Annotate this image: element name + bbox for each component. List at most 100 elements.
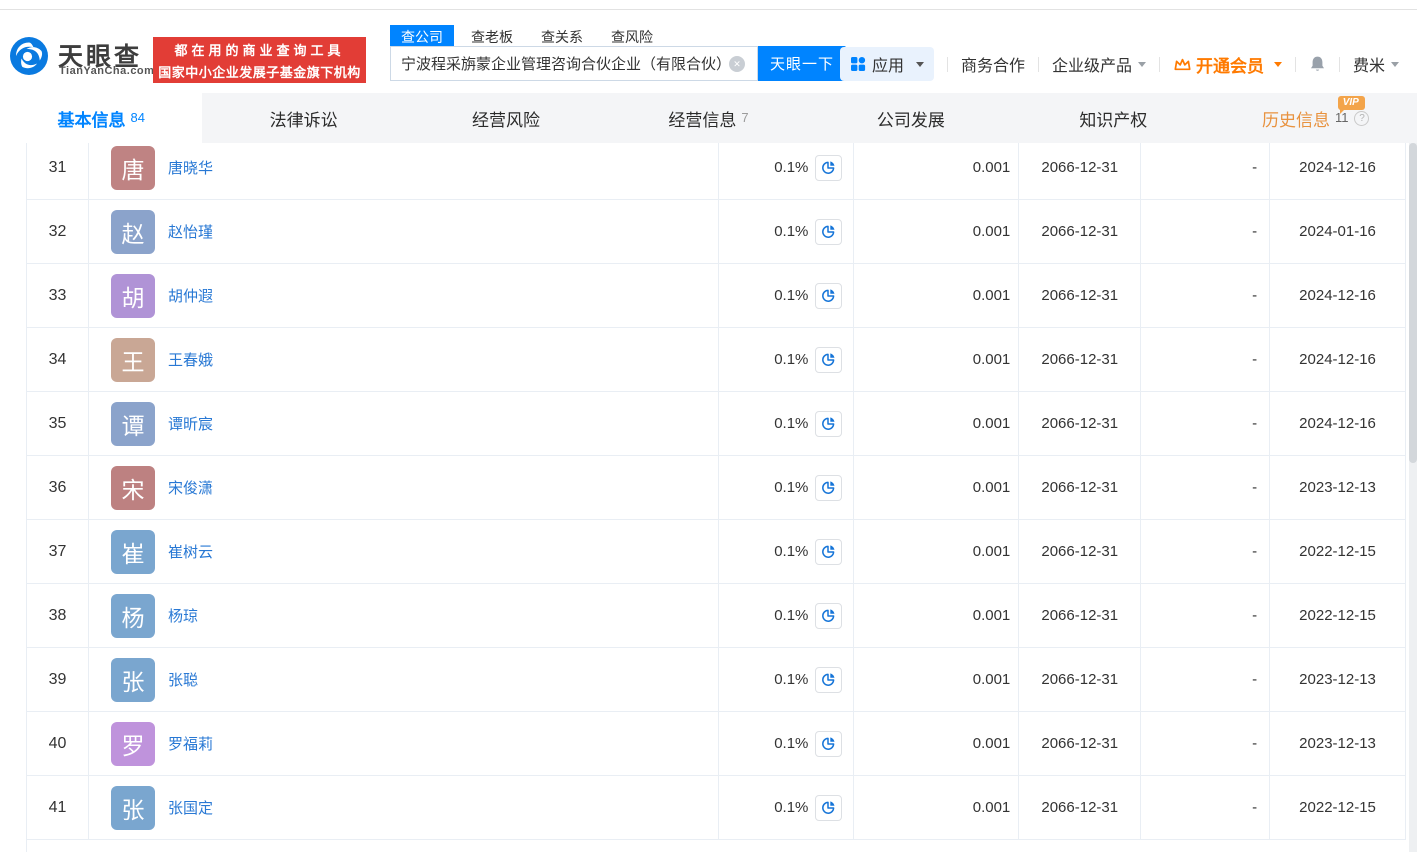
pie-chart-button[interactable] (815, 730, 843, 757)
change-date: 2024-12-16 (1270, 264, 1406, 327)
tab-legal[interactable]: 法律诉讼 (202, 93, 404, 143)
partner-cell: 崔 崔树云 (89, 520, 719, 583)
table-row: 31 唐 唐晓华 0.1% 0.001 2066-12-31 - 2024-12… (27, 143, 1406, 200)
notifications-button[interactable] (1309, 55, 1326, 73)
vip-badge: VIP (1337, 96, 1365, 114)
pie-chart-button[interactable] (815, 154, 843, 181)
tab-operation-risk[interactable]: 经营风险 (405, 93, 607, 143)
tab-ip[interactable]: 知识产权 (1012, 93, 1214, 143)
avatar[interactable]: 杨 (110, 593, 155, 638)
partner-name-link[interactable]: 宋俊潇 (168, 477, 213, 498)
search-button[interactable]: 天眼一下 (758, 46, 846, 81)
partner-name-link[interactable]: 赵怡瑾 (168, 221, 213, 242)
partner-name-link[interactable]: 杨琼 (168, 605, 198, 626)
share-percent-cell: 0.1% (719, 584, 855, 647)
enterprise-products-menu[interactable]: 企业级产品 (1052, 52, 1146, 76)
tab-basic-info[interactable]: 基本信息 84 (0, 93, 203, 143)
subscribed-amount: 0.001 (854, 328, 1020, 391)
row-number: 37 (27, 520, 89, 583)
change-date: 2022-12-15 (1270, 776, 1406, 839)
partners-table: 31 唐 唐晓华 0.1% 0.001 2066-12-31 - 2024-12… (26, 143, 1406, 852)
clear-search-icon[interactable] (729, 56, 745, 72)
avatar[interactable]: 唐 (110, 145, 155, 190)
subscribed-amount: 0.001 (854, 776, 1020, 839)
partner-name-link[interactable]: 张国定 (168, 797, 213, 818)
share-percent-cell: 0.1% (719, 392, 855, 455)
page-tabbar: 基本信息84 法律诉讼 经营风险 经营信息7 公司发展 知识产权 历史信息11VIP (0, 93, 1417, 143)
avatar[interactable]: 宋 (110, 465, 155, 510)
partner-name-link[interactable]: 谭昕宸 (168, 413, 213, 434)
search-input[interactable] (390, 46, 758, 81)
pie-chart-button[interactable] (815, 474, 843, 501)
nav-divider (1338, 56, 1340, 72)
tab-business-info[interactable]: 经营信息 7 (607, 93, 809, 143)
partner-name-link[interactable]: 胡仲遐 (168, 285, 213, 306)
site-logo[interactable]: 天眼查 TianYanCha.com (10, 37, 154, 77)
empty-value: - (1141, 776, 1271, 839)
share-percent: 0.1% (774, 479, 809, 496)
avatar[interactable]: 胡 (110, 273, 155, 318)
tab-label: 基本信息 (57, 110, 126, 130)
pie-chart-button[interactable] (815, 218, 843, 245)
tab-development[interactable]: 公司发展 (810, 93, 1012, 143)
change-date: 2023-12-13 (1270, 456, 1406, 519)
pie-chart-button[interactable] (815, 282, 843, 309)
subscribed-amount: 0.001 (854, 584, 1020, 647)
term-date: 2066-12-31 (1019, 143, 1142, 199)
avatar[interactable]: 张 (110, 785, 155, 830)
empty-value: - (1141, 584, 1271, 647)
avatar[interactable]: 罗 (110, 721, 155, 766)
scrollbar-thumb[interactable] (1409, 143, 1417, 463)
avatar[interactable]: 谭 (110, 401, 155, 446)
open-vip-button[interactable]: 开通会员 (1173, 52, 1282, 77)
tab-count: 84 (130, 109, 145, 125)
help-icon[interactable] (1354, 110, 1370, 126)
empty-value: - (1141, 264, 1271, 327)
pie-chart-button[interactable] (815, 410, 843, 437)
pie-chart-button[interactable] (815, 602, 843, 629)
chevron-down-icon (915, 61, 924, 67)
tab-label: 知识产权 (1079, 110, 1148, 130)
term-date: 2066-12-31 (1019, 776, 1142, 839)
pie-chart-button[interactable] (815, 794, 843, 821)
table-row: 32 赵 赵怡瑾 0.1% 0.001 2066-12-31 - 2024-01… (27, 200, 1406, 264)
apps-menu-button[interactable]: 应用 (839, 47, 934, 81)
table-row: 33 胡 胡仲遐 0.1% 0.001 2066-12-31 - 2024-12… (27, 264, 1406, 328)
row-number: 34 (27, 328, 89, 391)
scrollbar-track[interactable] (1409, 143, 1417, 852)
chevron-down-icon (1273, 61, 1282, 67)
share-percent: 0.1% (774, 735, 809, 752)
avatar[interactable]: 赵 (110, 209, 155, 254)
pie-chart-button[interactable] (815, 538, 843, 565)
table-row: 36 宋 宋俊潇 0.1% 0.001 2066-12-31 - 2023-12… (27, 456, 1406, 520)
partner-name-link[interactable]: 崔树云 (168, 541, 213, 562)
pie-chart-button[interactable] (815, 666, 843, 693)
partner-name-link[interactable]: 张聪 (168, 669, 198, 690)
row-number: 36 (27, 456, 89, 519)
user-menu[interactable]: 费米 (1353, 52, 1399, 76)
avatar[interactable]: 张 (110, 657, 155, 702)
partner-name-link[interactable]: 王春娥 (168, 349, 213, 370)
crown-icon (1174, 58, 1191, 70)
table-row: 38 杨 杨琼 0.1% 0.001 2066-12-31 - 2022-12-… (27, 584, 1406, 648)
share-percent-cell: 0.1% (719, 776, 855, 839)
row-number: 33 (27, 264, 89, 327)
partner-name-link[interactable]: 唐晓华 (168, 157, 213, 178)
partner-cell: 宋 宋俊潇 (89, 456, 719, 519)
tab-history[interactable]: 历史信息11VIP (1215, 93, 1417, 143)
business-cooperation-link[interactable]: 商务合作 (961, 52, 1025, 76)
partner-name-link[interactable]: 罗福莉 (168, 733, 213, 754)
term-date: 2066-12-31 (1019, 328, 1142, 391)
subscribed-amount: 0.001 (854, 456, 1020, 519)
table-row: 41 张 张国定 0.1% 0.001 2066-12-31 - 2022-12… (27, 776, 1406, 840)
term-date: 2066-12-31 (1019, 264, 1142, 327)
share-percent-cell: 0.1% (719, 712, 855, 775)
partner-cell: 唐 唐晓华 (89, 143, 719, 199)
avatar[interactable]: 崔 (110, 529, 155, 574)
tab-label: 经营风险 (472, 110, 541, 130)
avatar[interactable]: 王 (110, 337, 155, 382)
promo-banner: 都在用的商业查询工具 国家中小企业发展子基金旗下机构 (153, 37, 366, 83)
pie-chart-button[interactable] (815, 346, 843, 373)
tab-label: 法律诉讼 (269, 110, 338, 130)
brand-domain: TianYanCha.com (59, 65, 155, 77)
